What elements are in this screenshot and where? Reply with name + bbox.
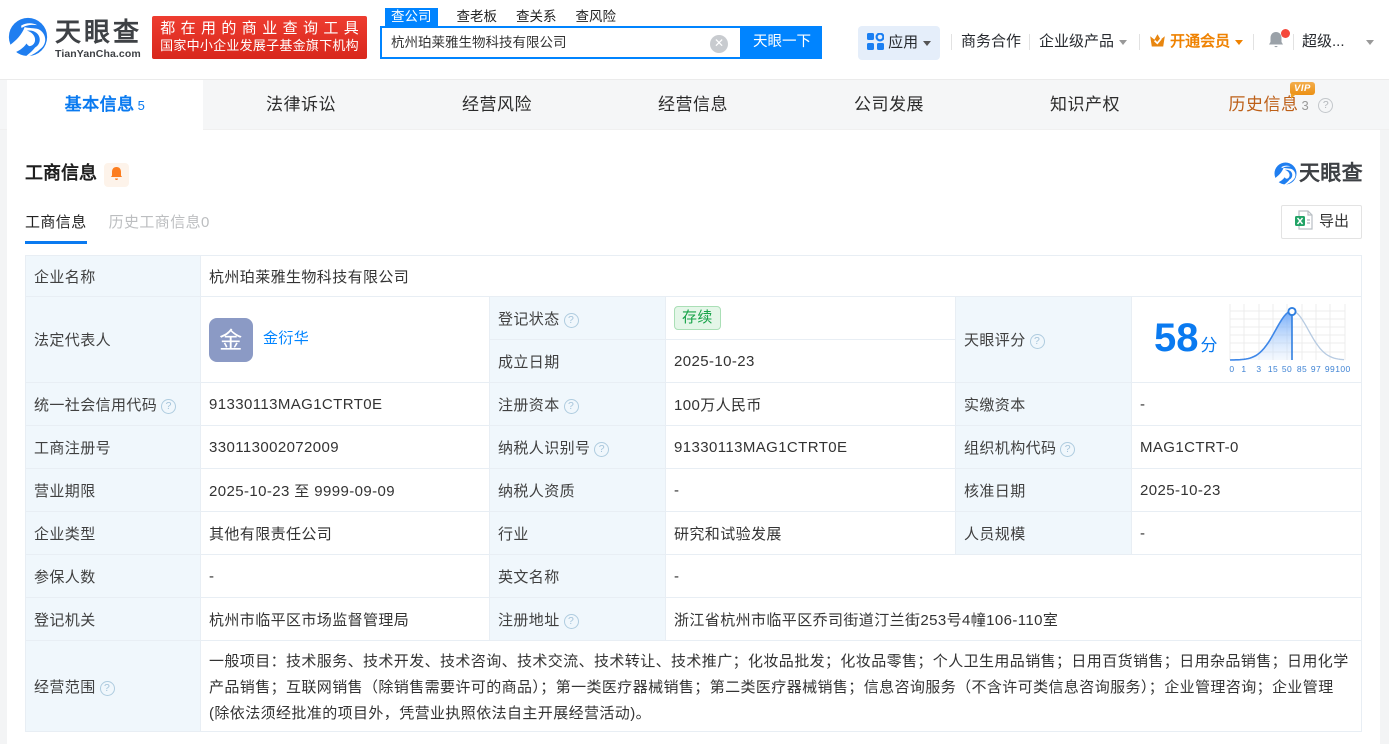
svg-text:99: 99 [1325, 364, 1335, 374]
svg-text:85: 85 [1297, 364, 1307, 374]
svg-text:100: 100 [1335, 364, 1350, 374]
svg-text:50: 50 [1282, 364, 1292, 374]
svg-text:3: 3 [1256, 364, 1261, 374]
svg-text:15: 15 [1268, 364, 1278, 374]
svg-text:97: 97 [1311, 364, 1321, 374]
svg-text:1: 1 [1241, 364, 1246, 374]
svg-text:0: 0 [1229, 364, 1234, 374]
